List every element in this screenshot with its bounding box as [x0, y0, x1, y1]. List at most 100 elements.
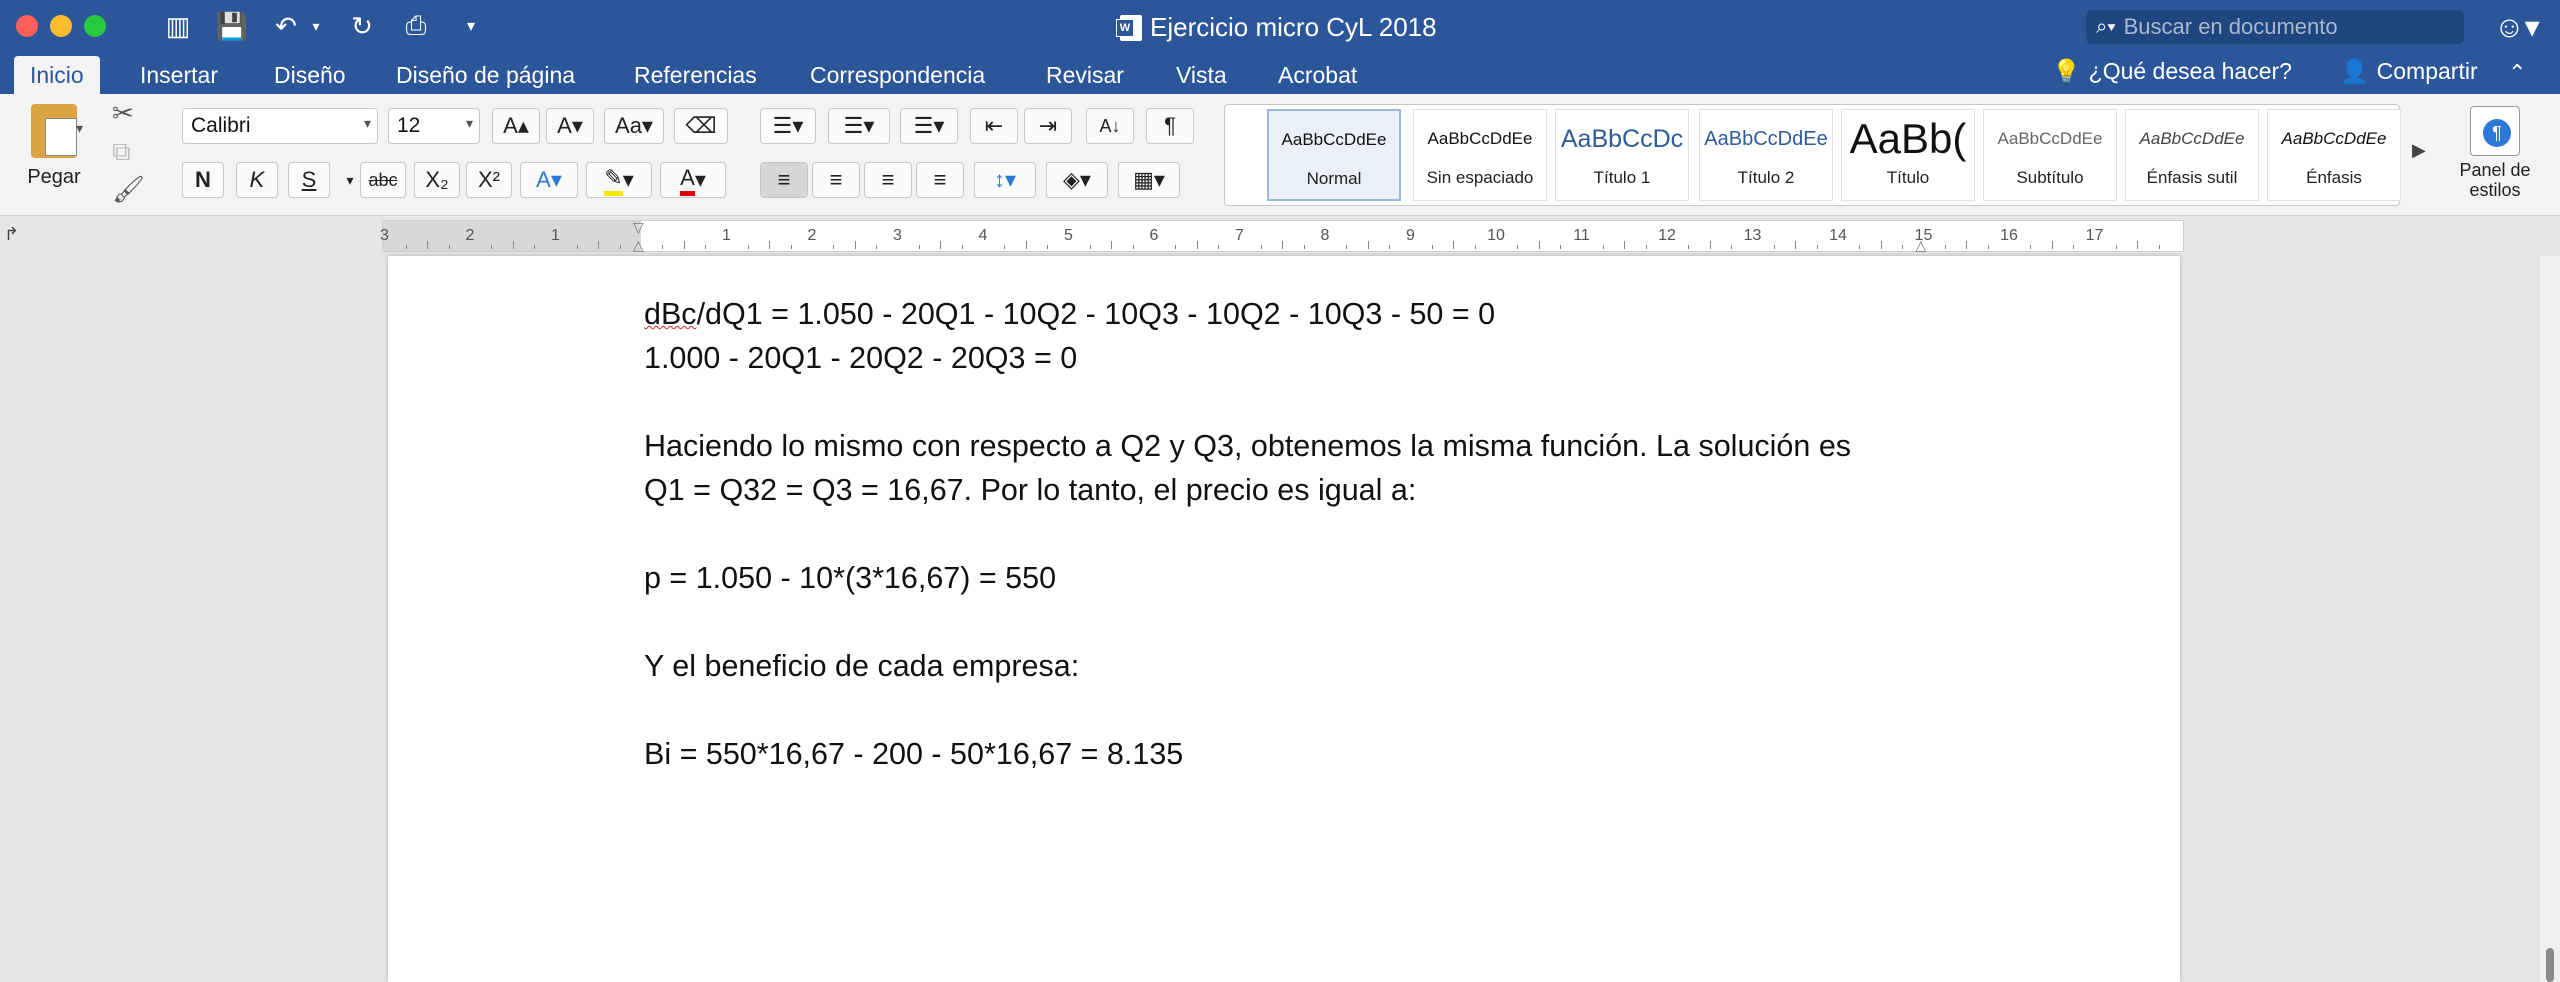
vertical-scrollbar[interactable]: [2540, 256, 2560, 982]
grow-font-button[interactable]: A▴: [492, 108, 540, 144]
customize-toolbar-icon[interactable]: ▾: [456, 10, 486, 42]
paste-dropdown-icon[interactable]: ▾: [76, 120, 83, 137]
minimize-window-button[interactable]: [50, 15, 72, 37]
ruler-tick: [854, 241, 856, 249]
italic-button[interactable]: K: [236, 162, 278, 198]
tell-me-box[interactable]: 💡 ¿Qué desea hacer?: [2052, 58, 2292, 85]
decrease-indent-button[interactable]: ⇤: [970, 108, 1018, 144]
paste-button[interactable]: Pegar: [14, 104, 94, 189]
cut-icon[interactable]: ✂: [112, 98, 134, 129]
numbering-button[interactable]: ☰▾: [828, 108, 890, 144]
paragraph[interactable]: p = 1.050 - 10*(3*16,67) = 550: [644, 556, 1944, 600]
shading-button[interactable]: ◈▾: [1046, 162, 1108, 198]
increase-indent-button[interactable]: ⇥: [1024, 108, 1072, 144]
font-name-combo[interactable]: Calibri ▾: [182, 108, 378, 144]
tab-diseno-de-pagina[interactable]: Diseño de página: [380, 56, 591, 94]
save-icon[interactable]: 💾: [214, 10, 250, 42]
style-enfasis[interactable]: AaBbCcDdEe Énfasis: [2267, 109, 2401, 201]
ruler-tick: [918, 245, 920, 249]
style-normal[interactable]: AaBbCcDdEe Normal: [1267, 109, 1401, 201]
style-titulo-2[interactable]: AaBbCcDdEe Título 2: [1699, 109, 1833, 201]
paragraph[interactable]: [644, 600, 1944, 644]
ruler-number: 16: [2000, 227, 2018, 244]
paragraph[interactable]: Q1 = Q32 = Q3 = 16,67. Por lo tanto, el …: [644, 468, 1944, 512]
ruler-tick: [1880, 241, 1882, 249]
zoom-window-button[interactable]: [84, 15, 106, 37]
redo-icon[interactable]: ↻: [344, 10, 380, 42]
paragraph[interactable]: [644, 688, 1944, 732]
paragraph[interactable]: Bi = 550*16,67 - 200 - 50*16,67 = 8.135: [644, 732, 1944, 776]
sidebar-toggle-icon[interactable]: ▥: [160, 10, 196, 42]
document-page[interactable]: dBc/dQ1 = 1.050 - 20Q1 - 10Q2 - 10Q3 - 1…: [388, 256, 2180, 982]
style-titulo-1[interactable]: AaBbCcDc Título 1: [1555, 109, 1689, 201]
strikethrough-button[interactable]: abc: [360, 162, 406, 198]
tab-acrobat[interactable]: Acrobat: [1262, 56, 1373, 94]
paragraph[interactable]: [644, 380, 1944, 424]
align-right-button[interactable]: ≡: [864, 162, 912, 198]
ruler-number: 9: [1406, 227, 1415, 244]
align-left-button[interactable]: ≡: [760, 162, 808, 198]
ruler-tick: [1025, 241, 1027, 249]
paragraph[interactable]: [644, 512, 1944, 556]
print-icon[interactable]: ⎙: [398, 10, 434, 42]
scrollbar-thumb[interactable]: [2546, 948, 2554, 982]
collapse-ribbon-icon[interactable]: ⌃: [2508, 60, 2526, 86]
tab-revisar[interactable]: Revisar: [1030, 56, 1140, 94]
font-color-button[interactable]: A ▾: [660, 162, 726, 198]
tab-vista[interactable]: Vista: [1160, 56, 1243, 94]
style-titulo[interactable]: AaBb( Título: [1841, 109, 1975, 201]
tab-diseno[interactable]: Diseño: [258, 56, 362, 94]
style-enfasis-sutil[interactable]: AaBbCcDdEe Énfasis sutil: [2125, 109, 2259, 201]
tab-inicio[interactable]: Inicio: [14, 56, 100, 94]
subscript-button[interactable]: X₂: [414, 162, 460, 198]
justify-button[interactable]: ≡: [916, 162, 964, 198]
highlight-color-button[interactable]: ✎ ▾: [586, 162, 652, 198]
borders-button[interactable]: ▦▾: [1118, 162, 1180, 198]
show-formatting-button[interactable]: ¶: [1146, 108, 1194, 144]
superscript-button[interactable]: X²: [466, 162, 512, 198]
paragraph[interactable]: dBc/dQ1 = 1.050 - 20Q1 - 10Q2 - 10Q3 - 1…: [644, 292, 1944, 336]
clear-formatting-button[interactable]: ⌫: [674, 108, 728, 144]
close-window-button[interactable]: [16, 15, 38, 37]
tab-selector-icon[interactable]: ↱: [4, 224, 19, 245]
share-button[interactable]: 👤 Compartir: [2340, 58, 2478, 85]
multilevel-list-button[interactable]: ☰▾: [900, 108, 958, 144]
tab-correspondencia[interactable]: Correspondencia: [794, 56, 1001, 94]
left-indent-marker[interactable]: △: [633, 237, 644, 254]
change-case-button[interactable]: Aa▾: [604, 108, 664, 144]
styles-next-arrow-icon[interactable]: ▶: [2412, 140, 2426, 161]
first-line-indent-marker[interactable]: ▽: [633, 219, 644, 236]
ruler-tick: [1731, 245, 1733, 249]
shrink-font-button[interactable]: A▾: [546, 108, 594, 144]
ruler-number: 7: [1235, 227, 1244, 244]
misspelled-word[interactable]: dBc: [644, 297, 697, 331]
horizontal-ruler[interactable]: 3 2 1 1 2 3 4 5 6 7 8 9 10 11 12 13 14 15 16 17 ▽ △ △: [380, 219, 2184, 254]
copy-icon[interactable]: ⧉: [112, 136, 131, 168]
font-size-combo[interactable]: 12 ▾: [388, 108, 480, 144]
document-body[interactable]: dBc/dQ1 = 1.050 - 20Q1 - 10Q2 - 10Q3 - 1…: [644, 292, 1944, 776]
align-center-button[interactable]: ≡: [812, 162, 860, 198]
paragraph[interactable]: 1.000 - 20Q1 - 20Q2 - 20Q3 = 0: [644, 336, 1944, 380]
chevron-down-icon: ▾: [465, 115, 473, 131]
font-color-icon: A: [680, 165, 695, 196]
tab-insertar[interactable]: Insertar: [124, 56, 234, 94]
paragraph[interactable]: Y el beneficio de cada empresa:: [644, 644, 1944, 688]
line-spacing-button[interactable]: ↕▾: [974, 162, 1036, 198]
bold-button[interactable]: N: [182, 162, 224, 198]
search-input[interactable]: [2123, 14, 2444, 40]
styles-pane-button[interactable]: Panel de estilos: [2440, 106, 2550, 200]
format-painter-icon[interactable]: 🖌: [112, 174, 145, 205]
feedback-smiley-icon[interactable]: ☺▾: [2494, 10, 2540, 45]
search-box[interactable]: ⌕▾: [2086, 10, 2464, 44]
undo-dropdown-icon[interactable]: ▾: [306, 10, 326, 42]
tab-referencias[interactable]: Referencias: [618, 56, 773, 94]
underline-button[interactable]: S: [288, 162, 330, 198]
sort-button[interactable]: A↓: [1086, 108, 1134, 144]
undo-icon[interactable]: ↶: [268, 10, 304, 42]
style-sin-espaciado[interactable]: AaBbCcDdEe Sin espaciado: [1413, 109, 1547, 201]
right-indent-marker[interactable]: △: [1916, 237, 1927, 254]
bullets-button[interactable]: ☰▾: [760, 108, 816, 144]
style-subtitulo[interactable]: AaBbCcDdEe Subtítulo: [1983, 109, 2117, 201]
text-effects-button[interactable]: A▾: [520, 162, 578, 198]
paragraph[interactable]: Haciendo lo mismo con respecto a Q2 y Q3…: [644, 424, 1944, 468]
